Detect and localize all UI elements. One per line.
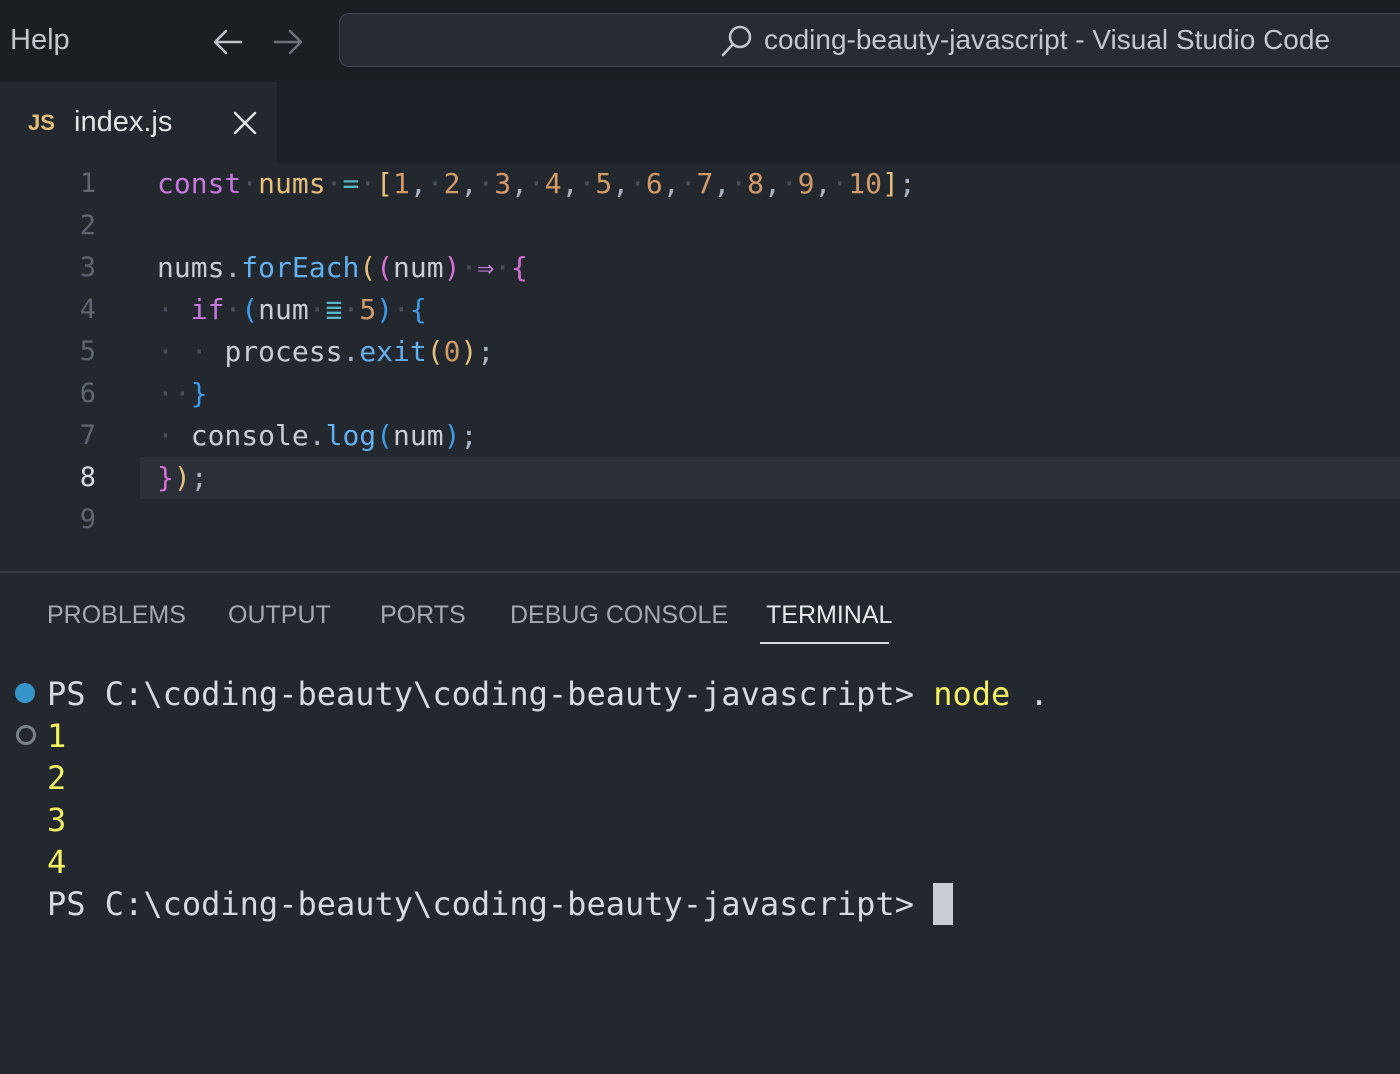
terminal-prompt: PS C:\coding-beauty\coding-beauty-javasc…: [47, 885, 914, 923]
terminal-command: node: [933, 675, 1011, 713]
code-line-8: });: [157, 461, 208, 494]
code-editor[interactable]: 1 2 3 4 5 6 7 8 9 const·nums·=·[1,·2,·3,…: [0, 163, 1400, 571]
tab-ports[interactable]: PORTS: [380, 601, 466, 630]
title-bar: Help coding-beauty-javascript - Visual S…: [0, 0, 1400, 82]
terminal-cursor: [933, 883, 954, 925]
arrow-right-icon[interactable]: [270, 24, 306, 60]
tab-index-js[interactable]: JS index.js: [0, 82, 277, 163]
active-tab-indicator: [760, 642, 889, 644]
code-line-1: const·nums·=·[1,·2,·3,·4,·5,·6,·7,·8,·9,…: [157, 167, 916, 200]
line-number: 2: [79, 210, 96, 241]
terminal-command-arg: .: [1029, 675, 1049, 713]
code-line-5: · · process.exit(0);: [157, 335, 495, 368]
bottom-panel: PROBLEMS OUTPUT PORTS DEBUG CONSOLE TERM…: [0, 573, 1400, 1074]
code-line-6: ··}: [157, 377, 208, 410]
line-number: 7: [79, 420, 96, 451]
javascript-file-icon: JS: [28, 110, 55, 135]
line-number: 3: [79, 252, 96, 283]
terminal-output-line: 4: [47, 843, 67, 881]
window-title: coding-beauty-javascript - Visual Studio…: [764, 24, 1331, 55]
code-line-3: nums.forEach((num)·⇒·{: [157, 251, 528, 284]
code-content[interactable]: const·nums·=·[1,·2,·3,·4,·5,·6,·7,·8,·9,…: [157, 163, 916, 541]
arrow-left-icon[interactable]: [210, 24, 246, 60]
code-line-4: · if·(num·≣·5)·{: [157, 293, 427, 326]
terminal-command-line: PS C:\coding-beauty\coding-beauty-javasc…: [47, 673, 1049, 715]
command-center[interactable]: coding-beauty-javascript - Visual Studio…: [339, 13, 1400, 67]
line-number: 9: [79, 504, 96, 535]
terminal-output-line: 1: [47, 717, 67, 755]
terminal-output-line: 2: [47, 759, 67, 797]
terminal-prompt-line[interactable]: PS C:\coding-beauty\coding-beauty-javasc…: [47, 883, 954, 925]
tab-output[interactable]: OUTPUT: [228, 601, 331, 630]
close-icon[interactable]: [231, 109, 259, 137]
tab-label: index.js: [74, 106, 173, 138]
tab-debug-console[interactable]: DEBUG CONSOLE: [510, 601, 728, 630]
line-number: 4: [79, 294, 96, 325]
editor-tab-bar: JS index.js: [0, 82, 1400, 163]
line-number-gutter: 1 2 3 4 5 6 7 8 9: [0, 163, 110, 541]
line-number: 5: [79, 336, 96, 367]
search-icon: [721, 25, 752, 57]
command-success-decoration-icon[interactable]: [15, 683, 35, 703]
tab-terminal[interactable]: TERMINAL: [766, 601, 892, 630]
tab-problems[interactable]: PROBLEMS: [47, 601, 186, 630]
terminal-output-line: 3: [47, 801, 67, 839]
command-decoration-icon[interactable]: [16, 725, 36, 745]
menu-help[interactable]: Help: [10, 24, 70, 57]
terminal-prompt: PS C:\coding-beauty\coding-beauty-javasc…: [47, 675, 914, 713]
line-number: 1: [79, 168, 96, 199]
line-number-active: 8: [79, 462, 96, 493]
code-line-7: · console.log(num);: [157, 419, 478, 452]
line-number: 6: [79, 378, 96, 409]
